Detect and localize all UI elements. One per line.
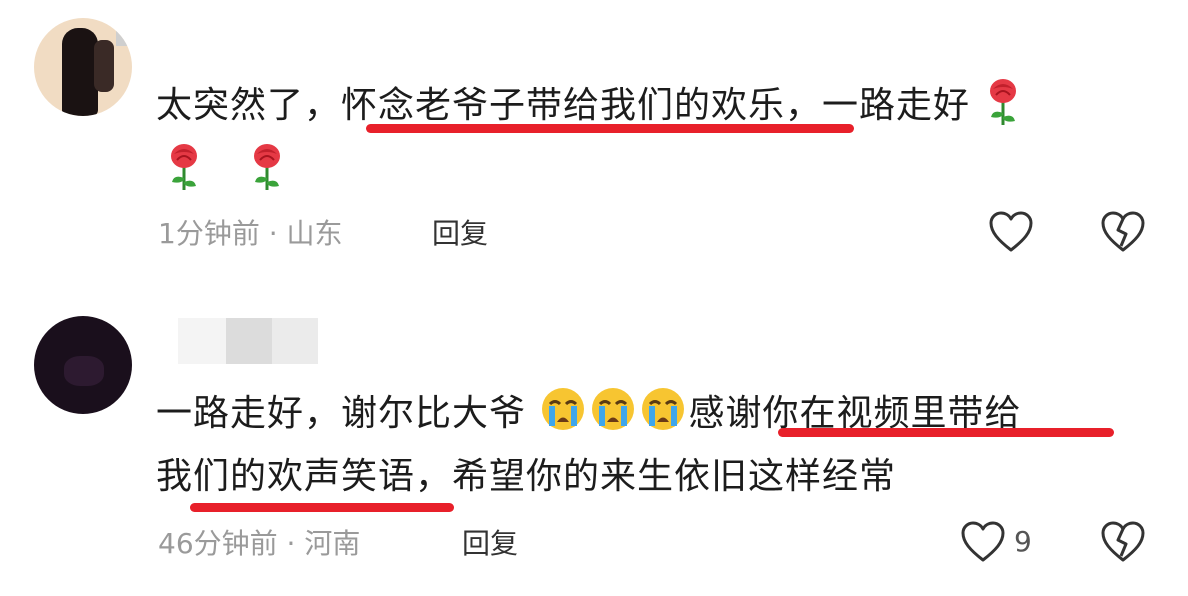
meta-separator: · (286, 527, 296, 560)
comment-meta: 1分钟前 · 山东 (158, 216, 343, 252)
dislike-broken-heart-icon[interactable] (1100, 520, 1146, 568)
rose-icon (164, 140, 204, 204)
highlight-underline (190, 503, 454, 512)
comment-list: 太突然了，怀念老爷子带给我们的欢乐，一路走好 1分钟前 · 山东 回复 一路走好… (0, 0, 1188, 596)
comment-text-line-2: 我们的欢声笑语，希望你的来生依旧这样经常 (156, 454, 896, 500)
avatar[interactable] (34, 316, 132, 414)
comment-text-highlighted: 我们的欢声笑语 (156, 456, 416, 497)
crying-face-icon (638, 386, 688, 444)
username-blurred[interactable] (178, 318, 318, 364)
crying-face-icon (588, 386, 638, 444)
rose-icon (247, 140, 287, 204)
reply-button[interactable]: 回复 (432, 216, 488, 252)
meta-separator: · (268, 217, 278, 250)
comment-time: 46分钟前 (158, 527, 278, 560)
comment-emoji-line (164, 140, 287, 204)
comment-text-segment: ，希望你的来生依旧这样经常 (415, 456, 897, 497)
like-heart-icon[interactable] (960, 520, 1006, 568)
highlight-underline (778, 428, 1114, 437)
highlight-underline (366, 124, 854, 133)
comment-location: 山东 (286, 217, 343, 250)
like-heart-icon[interactable] (988, 210, 1034, 258)
crying-face-icon (538, 386, 588, 444)
comment-meta: 46分钟前 · 河南 (158, 526, 360, 562)
like-count: 9 (1014, 525, 1032, 558)
rose-icon (983, 75, 1023, 139)
reply-button[interactable]: 回复 (462, 526, 518, 562)
avatar[interactable] (34, 18, 132, 116)
dislike-broken-heart-icon[interactable] (1100, 210, 1146, 258)
comment-time: 1分钟前 (158, 217, 260, 250)
comment-text-segment: 一路走好，谢尔比大爷 (156, 393, 527, 434)
comment-text-highlighted: 怀念老爷子带给我们的欢乐 (341, 85, 786, 126)
comment-text-segment: ，一路走好 (785, 85, 971, 126)
comment-text-segment: 太突然了， (156, 85, 342, 126)
comment-location: 河南 (304, 527, 361, 560)
